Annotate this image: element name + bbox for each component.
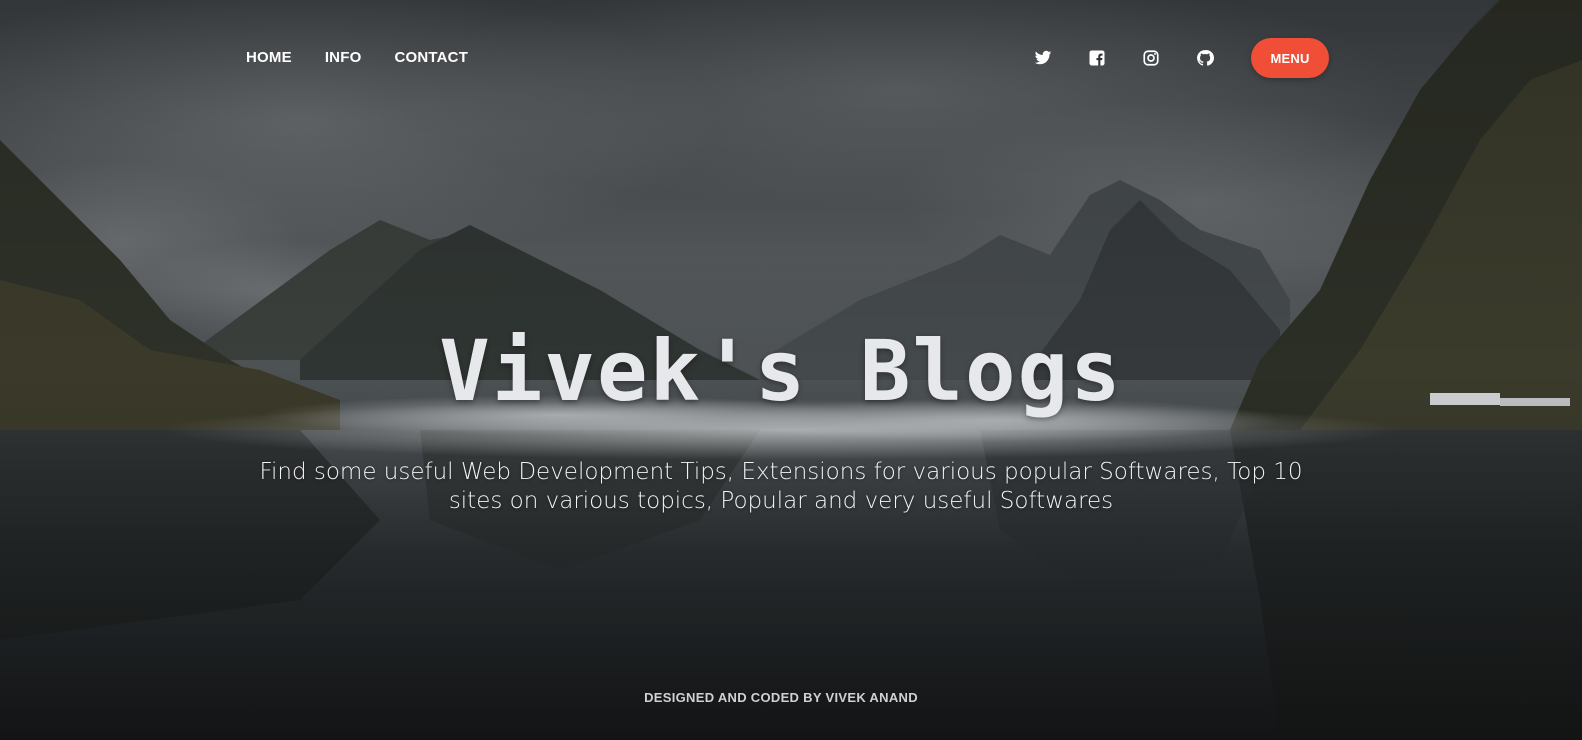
instagram-icon[interactable] [1141, 48, 1161, 68]
twitter-icon[interactable] [1033, 48, 1053, 68]
github-icon[interactable] [1195, 48, 1215, 68]
footer-credit: DESIGNED AND CODED BY VIVEK ANAND [644, 690, 918, 705]
social-and-menu: MENU [1033, 38, 1329, 78]
nav-link-contact[interactable]: CONTACT [394, 49, 468, 66]
hero-section: HOME INFO CONTACT MENU Vivek's Blogs Fin… [0, 0, 1582, 740]
page-subtitle: Find some useful Web Development Tips, E… [259, 459, 1303, 514]
page-title: Vivek's Blogs [439, 322, 1123, 420]
menu-button[interactable]: MENU [1251, 38, 1329, 78]
main-nav: HOME INFO CONTACT [246, 49, 468, 66]
nav-link-home[interactable]: HOME [246, 49, 292, 66]
nav-link-info[interactable]: INFO [325, 49, 362, 66]
facebook-icon[interactable] [1087, 48, 1107, 68]
